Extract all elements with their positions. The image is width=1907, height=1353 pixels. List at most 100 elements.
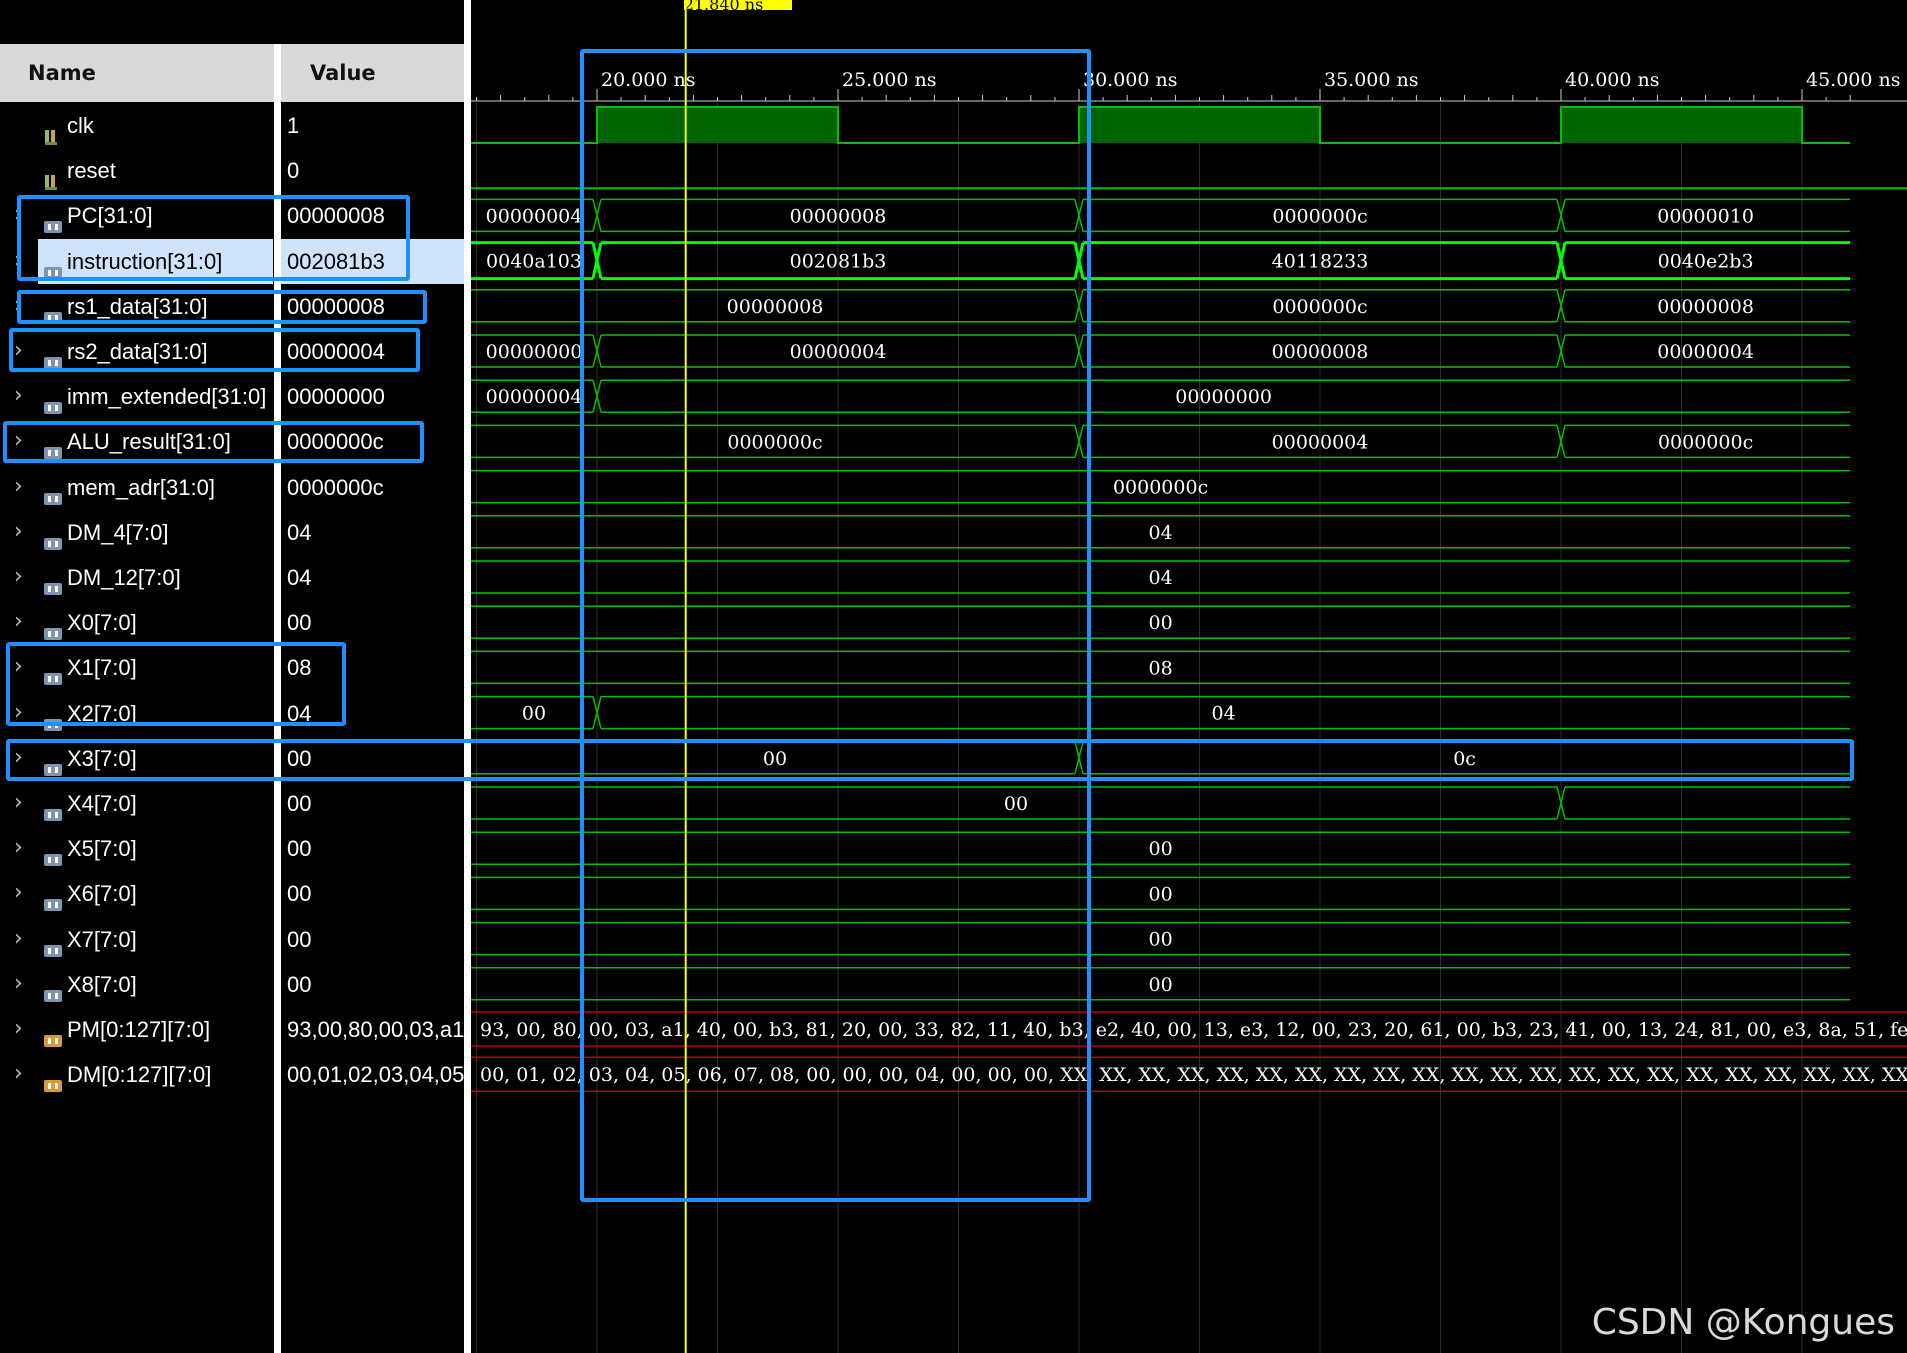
expand-chevron-icon[interactable]: ›	[14, 882, 30, 904]
time-tick-label: 35.000 ns	[1324, 69, 1419, 91]
signal-name[interactable]: X8[7:0]	[38, 962, 273, 1007]
signal-name-text: imm_extended[31:0]	[67, 384, 267, 410]
signal-name-text: clk	[67, 113, 94, 138]
signal-row[interactable]: › X8[7:0] 00	[0, 962, 464, 1007]
signal-row[interactable]: › X7[7:0] 00	[0, 917, 464, 962]
signal-value: 04	[287, 565, 312, 590]
bus-signal-icon	[43, 930, 63, 957]
signal-row[interactable]: › DM_12[7:0] 04	[0, 555, 464, 600]
signal-name[interactable]: X0[7:0]	[38, 600, 273, 645]
bus-value-label: 0040a103	[486, 251, 582, 273]
value-column-header[interactable]: Value	[281, 44, 464, 102]
time-tick-label: 30.000 ns	[1083, 69, 1178, 91]
expand-chevron-icon[interactable]: ›	[14, 475, 30, 498]
bus-value-label: 00000004	[486, 386, 583, 408]
bus-segment-edge	[1565, 786, 1851, 820]
bus-value-label: 00000010	[1657, 205, 1754, 227]
signal-name-text: DM[0:127][7:0]	[67, 1062, 212, 1088]
bus-value-label: 00000004	[486, 205, 583, 227]
signal-row[interactable]: › X4[7:0] 00	[0, 781, 464, 826]
signal-name[interactable]: mem_adr[31:0]	[38, 465, 273, 510]
signal-name[interactable]: DM_12[7:0]	[38, 555, 273, 600]
signal-name[interactable]: clk	[38, 103, 273, 148]
signal-value: 00000000	[287, 384, 385, 410]
expand-chevron-icon[interactable]: ›	[14, 927, 30, 950]
expand-chevron-icon[interactable]: ›	[14, 972, 30, 995]
expand-chevron-icon[interactable]: ›	[14, 1063, 30, 1085]
signal-value: 00,01,02,03,04,05	[287, 1062, 464, 1088]
signal-row[interactable]: clk 1	[0, 103, 464, 148]
name-column-header[interactable]: Name	[0, 44, 274, 102]
signal-name[interactable]: reset	[38, 148, 273, 193]
bus-signal-icon	[43, 478, 63, 505]
bus-value-label: 04	[1149, 567, 1173, 589]
expand-chevron-icon[interactable]: ›	[14, 792, 30, 814]
signal-row[interactable]: › X5[7:0] 00	[0, 826, 464, 871]
signal-value: 04	[287, 519, 312, 545]
bus-value-label: 00	[1149, 838, 1173, 860]
signal-value: 93,00,80,00,03,a1	[287, 1017, 464, 1042]
signal-name[interactable]: imm_extended[31:0]	[38, 374, 273, 419]
bus-value-label: 00	[1149, 612, 1173, 634]
highlight-box-pc-instruction	[17, 195, 410, 281]
bus-value-label: 00000000	[486, 341, 583, 363]
highlight-box-rs1	[17, 290, 427, 324]
name-column-header-label: Name	[28, 61, 96, 85]
signal-name-text: X5[7:0]	[67, 836, 137, 862]
signal-name-text: X7[7:0]	[67, 926, 137, 952]
highlight-box-x1-x2	[6, 642, 346, 726]
bus-value-label: 0000000c	[1113, 477, 1208, 499]
expand-chevron-icon[interactable]: ›	[14, 611, 30, 633]
bus-signal-icon	[43, 613, 63, 641]
signal-name[interactable]: X5[7:0]	[38, 826, 273, 871]
signal-row[interactable]: › X6[7:0] 00	[0, 871, 464, 916]
signal-value: 1	[287, 113, 300, 138]
signal-name[interactable]: DM[0:127][7:0]	[38, 1052, 273, 1097]
bus-value-label: 00	[522, 703, 546, 725]
time-tick-label: 45.000 ns	[1806, 69, 1901, 91]
signal-name[interactable]: X6[7:0]	[38, 871, 273, 916]
signal-row[interactable]: › imm_extended[31:0] 00000000	[0, 374, 464, 419]
bus-value-label: 0000000c	[1658, 431, 1753, 453]
expand-chevron-icon[interactable]: ›	[14, 1018, 30, 1040]
time-tick-label: 40.000 ns	[1565, 69, 1660, 91]
signal-value: 00	[287, 791, 312, 816]
scalar-signal-icon	[43, 161, 63, 191]
signal-name-text: X6[7:0]	[67, 881, 137, 907]
expand-chevron-icon[interactable]: ›	[14, 520, 30, 543]
signal-row[interactable]: reset 0	[0, 148, 464, 193]
signal-name[interactable]: X7[7:0]	[38, 917, 273, 962]
signal-name-text: mem_adr[31:0]	[67, 474, 215, 500]
bus-signal-icon	[43, 523, 63, 550]
signal-value: 00	[287, 971, 312, 997]
signal-value: 0000000c	[287, 474, 384, 500]
expand-chevron-icon[interactable]: ›	[14, 385, 30, 407]
clock-high-region	[1079, 107, 1320, 143]
signal-row[interactable]: › mem_adr[31:0] 0000000c	[0, 465, 464, 510]
highlight-box-cycle	[580, 49, 1091, 1202]
signal-name-text: DM_4[7:0]	[67, 519, 169, 545]
signal-name[interactable]: DM_4[7:0]	[38, 510, 273, 555]
signal-name-text: X4[7:0]	[67, 791, 137, 816]
signal-row[interactable]: › X0[7:0] 00	[0, 600, 464, 645]
bus-value-label: 00000008	[1657, 296, 1754, 318]
signal-name-text: PM[0:127][7:0]	[67, 1017, 211, 1042]
bus-signal-icon	[43, 387, 63, 415]
expand-chevron-icon[interactable]: ›	[14, 566, 30, 588]
bus-value-label: 04	[1149, 522, 1173, 544]
bus-signal-icon	[43, 839, 63, 867]
signal-row[interactable]: › DM[0:127][7:0] 00,01,02,03,04,05	[0, 1052, 464, 1097]
signal-value: 0	[287, 158, 300, 184]
signal-value: 00	[287, 836, 312, 862]
signal-row[interactable]: › DM_4[7:0] 04	[0, 510, 464, 555]
signal-value: 00	[287, 881, 312, 907]
signal-row[interactable]: › PM[0:127][7:0] 93,00,80,00,03,a1	[0, 1007, 464, 1052]
bus-signal-icon	[43, 884, 63, 912]
signal-name[interactable]: PM[0:127][7:0]	[38, 1007, 273, 1052]
bus-value-label: 00000000	[1175, 386, 1272, 408]
bus-value-label: 00000004	[1657, 341, 1754, 363]
memory-array-icon	[43, 1065, 63, 1093]
expand-chevron-icon[interactable]: ›	[14, 837, 30, 859]
signal-name[interactable]: X4[7:0]	[38, 781, 273, 826]
panel-divider[interactable]	[464, 0, 471, 1353]
